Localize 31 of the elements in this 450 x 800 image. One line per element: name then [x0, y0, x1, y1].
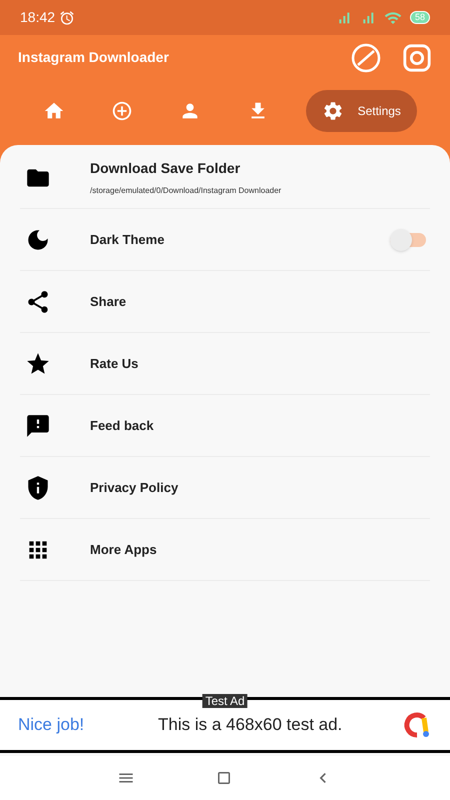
feedback-icon — [25, 412, 51, 438]
ad-logo-icon — [402, 710, 432, 740]
settings-item[interactable]: Rate Us — [20, 333, 430, 395]
no-ads-icon[interactable] — [350, 42, 382, 74]
folder-path: /storage/emulated/0/Download/Instagram Downloader — [90, 185, 282, 197]
item-label: Share — [90, 292, 128, 311]
ad-text: This is a 468x60 test ad. — [158, 714, 344, 736]
settings-item[interactable]: Share — [20, 271, 430, 333]
ad-headline: Nice job! — [18, 714, 86, 736]
nav-tab[interactable]: Settings — [306, 90, 417, 132]
ad-badge: Test Ad — [202, 694, 248, 708]
item-label: More Apps — [90, 540, 158, 559]
clock-time: 18:42 — [20, 8, 56, 27]
instagram-icon[interactable] — [402, 42, 432, 72]
settings-item[interactable]: More Apps — [20, 519, 430, 581]
app-title: Instagram Downloader — [18, 48, 170, 67]
settings-item[interactable]: Feed back — [20, 395, 430, 457]
item-label: Dark Theme — [90, 230, 166, 249]
alarm-icon — [59, 10, 76, 26]
settings-icon — [322, 100, 344, 122]
item-label: Rate Us — [90, 354, 140, 373]
ad-banner[interactable]: Test Ad Nice job! This is a 468x60 test ad. — [0, 697, 450, 753]
item-label: Feed back — [90, 416, 155, 435]
settings-item[interactable]: Privacy Policy — [20, 457, 430, 519]
settings-item[interactable]: Download Save Folder /storage/emulated/0/Download/Instagram Downloader — [20, 147, 430, 209]
item-label: Privacy Policy — [90, 478, 180, 497]
star-icon — [25, 350, 51, 376]
battery-level: 58 — [410, 11, 430, 24]
item-label: Download Save Folder — [90, 159, 242, 178]
settings-item[interactable]: Dark Theme — [20, 209, 430, 271]
home-button-icon[interactable] — [215, 769, 233, 787]
